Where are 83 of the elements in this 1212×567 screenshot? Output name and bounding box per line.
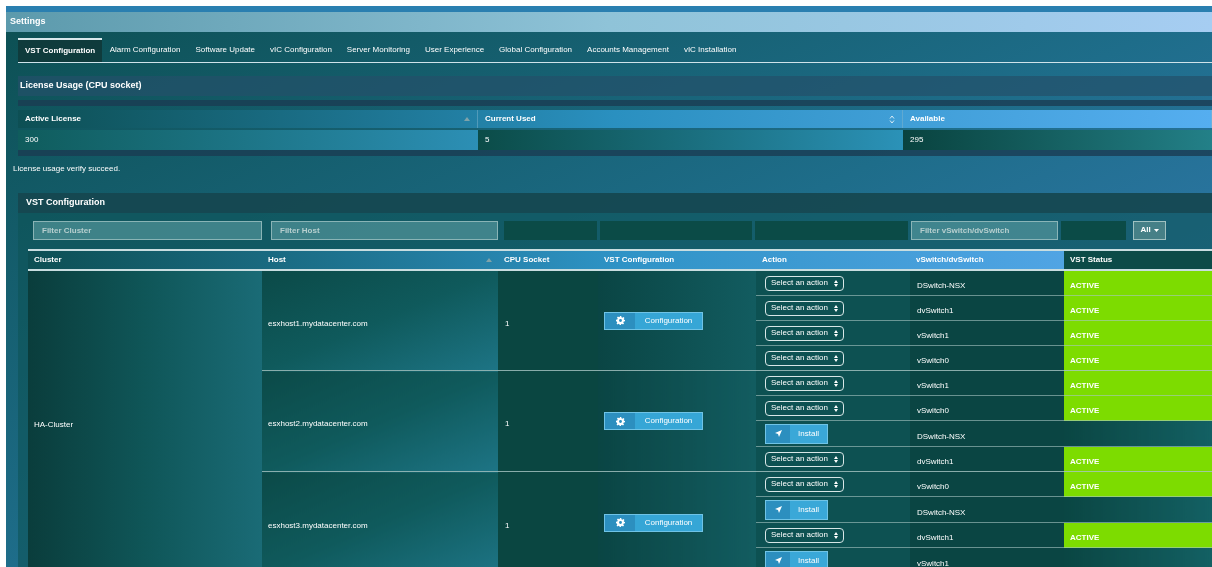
location-arrow-icon <box>774 506 782 513</box>
tab[interactable]: Accounts Management <box>579 38 677 62</box>
section-title: VST Configuration <box>18 193 1212 213</box>
table-cell: vSwitch1 <box>917 331 949 340</box>
table-cell: 1 <box>505 520 510 530</box>
table-cell: dvSwitch1 <box>917 306 954 315</box>
updown-arrows-icon <box>834 354 838 362</box>
status-label: ACTIVE <box>1070 406 1100 415</box>
table-cell: HA-Cluster <box>34 420 74 430</box>
tab[interactable]: vIC Configuration <box>262 38 340 62</box>
column-header[interactable]: CPU Socket <box>504 254 550 266</box>
tab[interactable]: Server Monitoring <box>339 38 418 62</box>
sort-ascending-icon[interactable] <box>464 117 470 121</box>
table-cell: vSwitch0 <box>917 356 949 365</box>
action-dropdown[interactable]: Select an action <box>765 451 844 467</box>
tab[interactable]: Alarm Configuration <box>102 38 188 62</box>
status-label: ACTIVE <box>1070 482 1100 491</box>
table-cell: esxhost3.mydatacenter.com <box>268 520 368 530</box>
gear-icon <box>615 416 625 426</box>
table-cell: DSwitch-NSX <box>917 507 966 517</box>
status-label: ACTIVE <box>1070 281 1100 290</box>
filter-field[interactable]: Filter vSwitch/dvSwitch <box>911 220 1058 240</box>
updown-arrows-icon <box>834 279 838 287</box>
tab[interactable]: VST Configuration <box>18 38 103 62</box>
location-arrow-icon <box>774 557 782 564</box>
table-cell: vSwitch1 <box>917 381 949 390</box>
tab[interactable]: Software Update <box>187 38 263 62</box>
updown-arrows-icon <box>834 304 838 312</box>
table-cell: esxhost2.mydatacenter.com <box>268 419 368 428</box>
gear-icon <box>615 316 625 325</box>
filter-field[interactable]: Filter Cluster <box>33 220 262 240</box>
status-filter-dropdown[interactable]: All <box>1133 220 1166 240</box>
table-cell: 295 <box>910 134 924 146</box>
table-cell: DSwitch-NSX <box>917 431 966 441</box>
filter-field[interactable]: Filter Host <box>271 220 498 240</box>
action-dropdown[interactable]: Select an action <box>765 325 844 341</box>
status-label: ACTIVE <box>1070 457 1100 466</box>
updown-arrows-icon <box>834 480 838 488</box>
updown-arrows-icon <box>834 455 838 463</box>
status-label: ACTIVE <box>1070 533 1100 542</box>
column-header[interactable]: Host <box>268 254 286 266</box>
updown-arrows-icon <box>834 329 838 337</box>
sort-ascending-icon[interactable] <box>486 258 492 262</box>
table-cell: 5 <box>485 134 490 146</box>
tab[interactable]: Global Configuration <box>491 38 580 62</box>
action-dropdown[interactable]: Select an action <box>765 300 844 316</box>
sort-icon[interactable] <box>889 114 895 124</box>
status-message: License usage verify succeed. <box>13 163 122 175</box>
table-cell: esxhost1.mydatacenter.com <box>268 318 368 328</box>
table-cell: 1 <box>505 318 510 328</box>
table-cell: 1 <box>505 419 510 428</box>
status-label: ACTIVE <box>1070 306 1100 315</box>
column-header[interactable]: Cluster <box>34 254 62 266</box>
action-dropdown[interactable]: Select an action <box>765 527 844 543</box>
action-dropdown[interactable]: Select an action <box>765 375 844 391</box>
section-title: License Usage (CPU socket) <box>18 76 1212 96</box>
tab[interactable]: User Experience <box>417 38 492 62</box>
action-dropdown[interactable]: Select an action <box>765 476 844 492</box>
updown-arrows-icon <box>834 531 838 539</box>
updown-arrows-icon <box>834 379 838 387</box>
updown-arrows-icon <box>834 404 838 412</box>
window-title: Settings <box>6 12 1212 32</box>
empty-filter-cell <box>1061 220 1126 240</box>
table-cell: dvSwitch1 <box>917 533 954 542</box>
gear-icon <box>615 518 625 527</box>
status-label: ACTIVE <box>1070 331 1100 340</box>
table-cell: dvSwitch1 <box>917 457 954 466</box>
table-cell: DSwitch-NSX <box>917 281 966 290</box>
table-cell: vSwitch0 <box>917 482 949 491</box>
table-cell: vSwitch1 <box>917 558 949 567</box>
action-dropdown[interactable]: Select an action <box>765 400 844 416</box>
caret-icon <box>1153 228 1159 232</box>
status-label: ACTIVE <box>1070 356 1100 365</box>
action-dropdown[interactable]: Select an action <box>765 275 844 291</box>
column-header[interactable]: Active License <box>25 113 82 125</box>
table-cell: 300 <box>25 134 39 146</box>
status-label: ACTIVE <box>1070 381 1100 390</box>
location-arrow-icon <box>774 430 782 437</box>
column-header[interactable]: VST Status <box>1070 254 1113 266</box>
action-dropdown[interactable]: Select an action <box>765 350 844 366</box>
column-header[interactable]: Current Used <box>485 113 536 125</box>
tab[interactable]: vIC Installation <box>676 38 744 62</box>
table-cell: vSwitch0 <box>917 406 949 415</box>
